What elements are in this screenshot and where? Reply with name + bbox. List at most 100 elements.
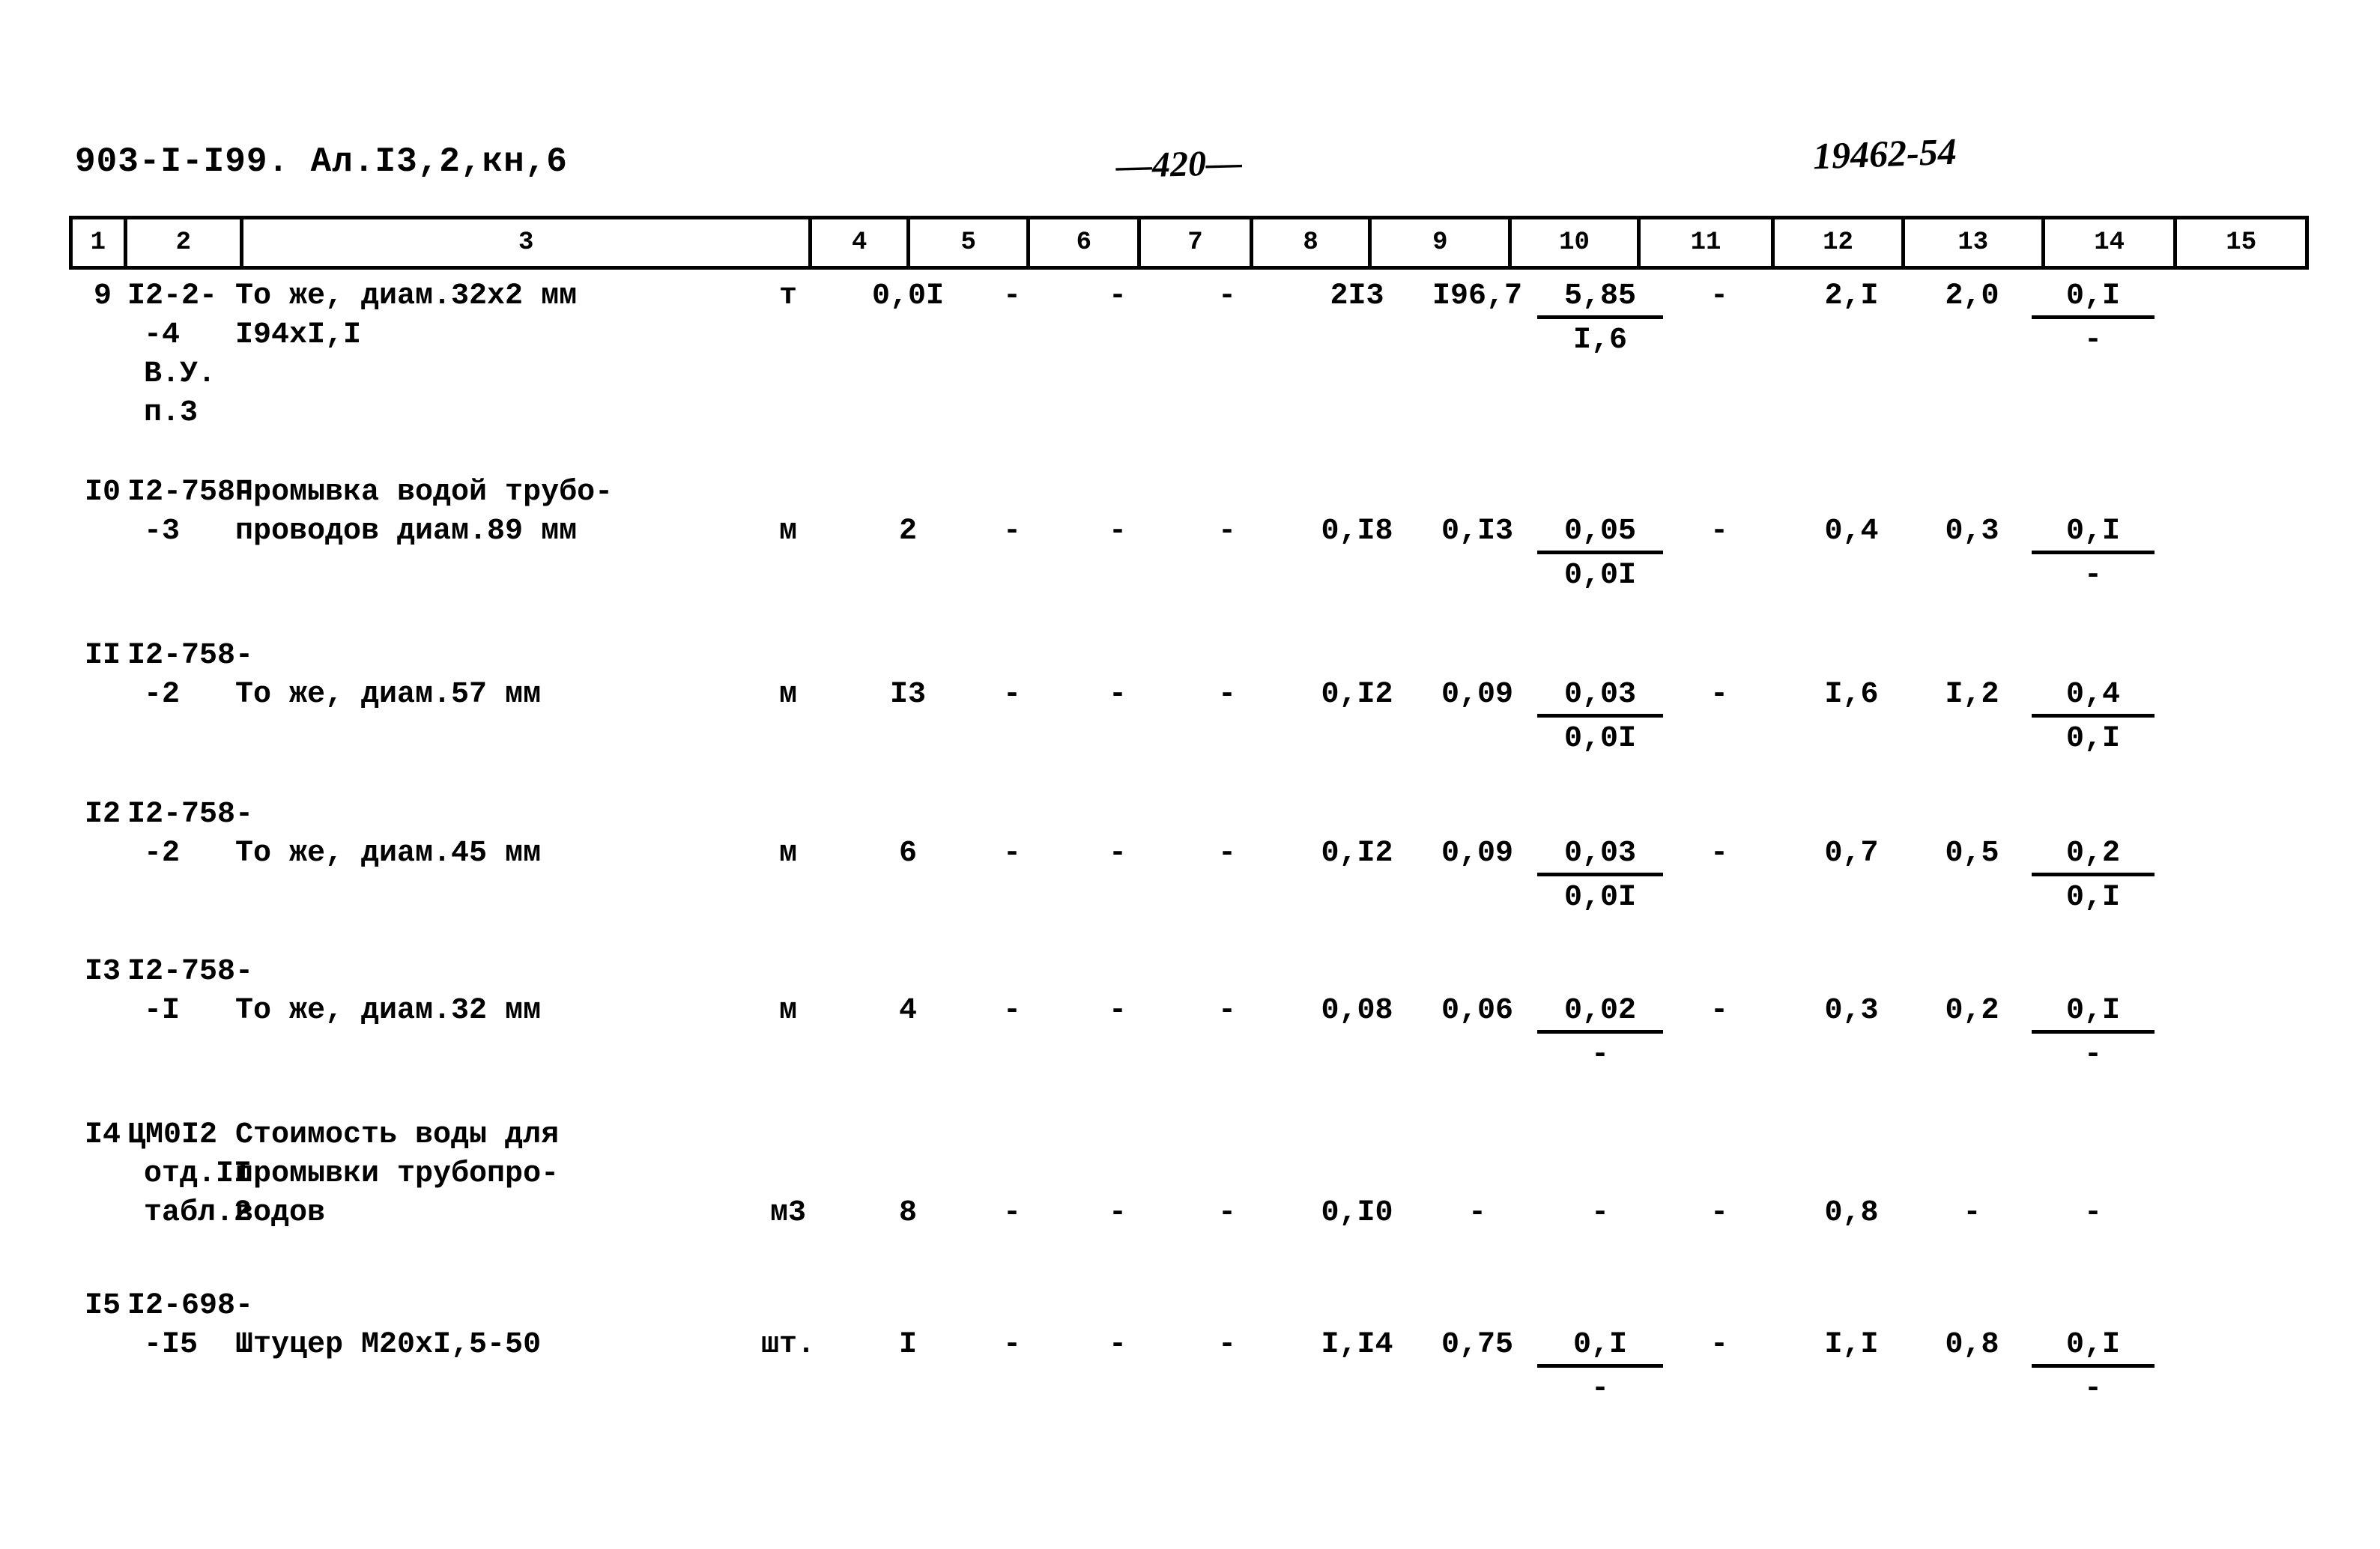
row-quantity: 6	[898, 837, 917, 870]
row-col10-value: I96,7	[1432, 279, 1523, 313]
row-col11-fraction: 0,02 -	[1537, 993, 1663, 1073]
row-col15-fraction-denominator: 0,I	[2065, 722, 2120, 756]
row-col10-value: 0,75	[1441, 1328, 1513, 1362]
row-col12-value: -	[1710, 279, 1728, 313]
row-col14-value: -	[1963, 1196, 1981, 1230]
row-col7-value: -	[1108, 994, 1127, 1028]
row-col15-fraction-numerator: 0,I	[2032, 514, 2155, 554]
row-col11-fraction-denominator: 0,0I	[1563, 722, 1636, 756]
table-body: 9 I2-2- -4 В.У. п.3 То же, диам.32х2 мм I94хI,…	[69, 279, 2309, 1447]
row-col13-value: 2,I	[1824, 279, 1879, 313]
row-col12-value: -	[1710, 678, 1728, 712]
row-description-line: То же, диам.32 мм	[235, 994, 542, 1028]
row-col14-value: 0,5	[1945, 837, 1999, 870]
row-col14-value: 0,3	[1945, 515, 1999, 548]
row-col6-value: -	[1002, 837, 1021, 870]
row-col11-fraction-numerator: 0,I	[1537, 1327, 1663, 1368]
col-header-13: 13	[1901, 216, 2045, 270]
row-col15-fraction: 0,2 0,I	[2032, 836, 2155, 916]
row-col8-value: -	[1217, 515, 1236, 548]
row-col10-value: 0,06	[1441, 994, 1513, 1028]
row-col6-value: -	[1002, 515, 1021, 548]
row-col11-fraction: 0,03 0,0I	[1537, 677, 1663, 757]
row-col6-value: -	[1002, 1196, 1021, 1230]
row-description-line: водов	[235, 1196, 326, 1230]
row-description-line: I94хI,I	[235, 318, 362, 352]
row-col9-value: 0,08	[1321, 994, 1393, 1028]
row-col15-fraction-numerator: 0,I	[2032, 279, 2155, 319]
row-quantity: 0,0I	[871, 279, 944, 313]
row-unit: т	[778, 279, 797, 313]
row-code-line: I2-758-	[127, 639, 254, 673]
row-col9-value: 0,I8	[1321, 515, 1393, 548]
row-col11-fraction-denominator: 0,0I	[1563, 559, 1636, 592]
row-col12-value: -	[1710, 515, 1728, 548]
row-col15-fraction-numerator: 0,I	[2032, 993, 2155, 1034]
row-col11-fraction: 0,03 0,0I	[1537, 836, 1663, 916]
row-col15-fraction: 0,4 0,I	[2032, 677, 2155, 757]
row-col15-fraction-numerator: 0,I	[2032, 1327, 2155, 1368]
row-description-line: промывки трубопро-	[235, 1157, 560, 1191]
row-code-line: I2-758-	[127, 476, 254, 509]
row-code-line: п.3	[144, 396, 199, 430]
row-item-number: I5	[84, 1289, 121, 1323]
row-col15-fraction-denominator: -	[2083, 559, 2102, 592]
row-col15-fraction: 0,I -	[2032, 514, 2155, 594]
page-header: 903-I-I99. Ал.I3,2,кн,6 —420— 19462-54	[0, 130, 2380, 195]
row-quantity: I3	[889, 678, 926, 712]
col-header-8: 8	[1249, 216, 1372, 270]
row-col8-value: -	[1217, 678, 1236, 712]
row-quantity: 2	[898, 515, 917, 548]
row-unit: м	[778, 994, 797, 1028]
archive-stamp-number: 19462-54	[1812, 130, 1957, 178]
row-col11-fraction-value: -	[1590, 1196, 1609, 1230]
row-col8-value: -	[1217, 279, 1236, 313]
row-col9-value: I,I4	[1321, 1328, 1393, 1362]
row-col15-fraction: 0,I -	[2032, 1327, 2155, 1407]
row-col11-fraction-numerator: 0,02	[1537, 993, 1663, 1034]
row-item-number: 9	[93, 279, 112, 313]
scanned-page: 903-I-I99. Ал.I3,2,кн,6 —420— 19462-54 1…	[0, 0, 2380, 1549]
row-code-line: I2-698-	[127, 1289, 254, 1323]
table-header-row: 1 2 3 4 5 6 7 8 9 10 11 12 13 14 15	[69, 216, 2309, 270]
row-quantity: 4	[898, 994, 917, 1028]
row-col12-value: -	[1710, 1328, 1728, 1362]
row-col11-fraction: 5,85 I,6	[1537, 279, 1663, 359]
col-header-4: 4	[808, 216, 910, 270]
row-code-line: I2-2-	[127, 279, 218, 313]
col-header-1: 1	[69, 216, 127, 270]
row-item-number: I4	[84, 1118, 121, 1152]
row-col15-fraction: -	[2032, 1195, 2155, 1231]
row-col11-fraction-numerator: 5,85	[1537, 279, 1663, 319]
row-col13-value: I,I	[1824, 1328, 1879, 1362]
row-unit: шт.	[760, 1328, 815, 1362]
row-col15-fraction-numerator: 0,2	[2032, 836, 2155, 876]
row-description-line: Промывка водой трубо-	[235, 476, 614, 509]
row-col13-value: 0,7	[1824, 837, 1879, 870]
row-col12-value: -	[1710, 837, 1728, 870]
row-col11-fraction-numerator: 0,03	[1537, 836, 1663, 876]
row-code-line: I2-758-	[127, 798, 254, 831]
row-col10-value: -	[1468, 1196, 1486, 1230]
row-col6-value: -	[1002, 1328, 1021, 1362]
col-header-11: 11	[1636, 216, 1775, 270]
row-col15-fraction-denominator: 0,I	[2065, 881, 2120, 915]
row-col10-value: 0,09	[1441, 837, 1513, 870]
row-quantity: I	[898, 1328, 917, 1362]
row-col15-fraction-denominator: -	[2083, 324, 2102, 357]
row-col14-value: 0,8	[1945, 1328, 1999, 1362]
row-col8-value: -	[1217, 1196, 1236, 1230]
row-quantity: 8	[898, 1196, 917, 1230]
row-col11-fraction: -	[1537, 1195, 1663, 1231]
row-description-line: проводов диам.89 мм	[235, 515, 578, 548]
row-col8-value: -	[1217, 1328, 1236, 1362]
row-col7-value: -	[1108, 279, 1127, 313]
row-col11-fraction-denominator: -	[1590, 1038, 1609, 1072]
row-col15-fraction-denominator: -	[2083, 1038, 2102, 1072]
row-description-line: То же, диам.32х2 мм	[235, 279, 578, 313]
row-col8-value: -	[1217, 837, 1236, 870]
column-header-grid: 1 2 3 4 5 6 7 8 9 10 11 12 13 14 15	[69, 216, 2309, 270]
row-unit: м	[778, 837, 797, 870]
row-item-number: I3	[84, 955, 121, 989]
row-code-line: I2-758-	[127, 955, 254, 989]
